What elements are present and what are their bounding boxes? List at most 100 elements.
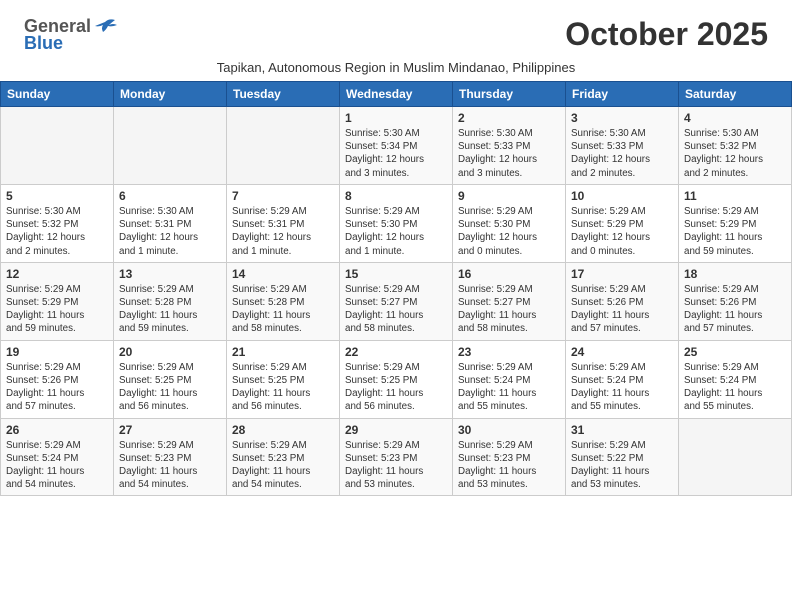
calendar-week-row: 5 Sunrise: 5:30 AM Sunset: 5:32 PM Daylig… bbox=[1, 184, 792, 262]
day-number: 23 bbox=[458, 345, 560, 359]
page-header: General Blue October 2025 bbox=[0, 0, 792, 58]
day-number: 17 bbox=[571, 267, 673, 281]
day-number: 14 bbox=[232, 267, 334, 281]
table-row: 9 Sunrise: 5:29 AM Sunset: 5:30 PM Daylig… bbox=[453, 184, 566, 262]
day-number: 27 bbox=[119, 423, 221, 437]
table-row: 7 Sunrise: 5:29 AM Sunset: 5:31 PM Daylig… bbox=[227, 184, 340, 262]
day-info: Sunrise: 5:30 AM Sunset: 5:33 PM Dayligh… bbox=[458, 127, 560, 180]
day-number: 9 bbox=[458, 189, 560, 203]
day-number: 19 bbox=[6, 345, 108, 359]
table-row: 5 Sunrise: 5:30 AM Sunset: 5:32 PM Daylig… bbox=[1, 184, 114, 262]
day-info: Sunrise: 5:29 AM Sunset: 5:25 PM Dayligh… bbox=[232, 361, 334, 414]
day-info: Sunrise: 5:30 AM Sunset: 5:32 PM Dayligh… bbox=[6, 205, 108, 258]
day-info: Sunrise: 5:29 AM Sunset: 5:30 PM Dayligh… bbox=[458, 205, 560, 258]
day-info: Sunrise: 5:29 AM Sunset: 5:29 PM Dayligh… bbox=[6, 283, 108, 336]
day-info: Sunrise: 5:30 AM Sunset: 5:32 PM Dayligh… bbox=[684, 127, 786, 180]
table-row: 22 Sunrise: 5:29 AM Sunset: 5:25 PM Dayli… bbox=[340, 340, 453, 418]
day-info: Sunrise: 5:29 AM Sunset: 5:23 PM Dayligh… bbox=[232, 439, 334, 492]
day-number: 13 bbox=[119, 267, 221, 281]
day-info: Sunrise: 5:29 AM Sunset: 5:27 PM Dayligh… bbox=[458, 283, 560, 336]
table-row: 17 Sunrise: 5:29 AM Sunset: 5:26 PM Dayli… bbox=[566, 262, 679, 340]
table-row: 26Sunrise: 5:29 AM Sunset: 5:24 PM Dayli… bbox=[1, 418, 114, 496]
day-number: 1 bbox=[345, 111, 447, 125]
header-friday: Friday bbox=[566, 82, 679, 107]
header-wednesday: Wednesday bbox=[340, 82, 453, 107]
calendar-table: Sunday Monday Tuesday Wednesday Thursday… bbox=[0, 81, 792, 496]
table-row: 2Sunrise: 5:30 AM Sunset: 5:33 PM Daylig… bbox=[453, 107, 566, 185]
table-row: 11Sunrise: 5:29 AM Sunset: 5:29 PM Dayli… bbox=[679, 184, 792, 262]
day-info: Sunrise: 5:29 AM Sunset: 5:28 PM Dayligh… bbox=[119, 283, 221, 336]
day-info: Sunrise: 5:29 AM Sunset: 5:24 PM Dayligh… bbox=[458, 361, 560, 414]
table-row: 10 Sunrise: 5:29 AM Sunset: 5:29 PM Dayli… bbox=[566, 184, 679, 262]
table-row: 4 Sunrise: 5:30 AM Sunset: 5:32 PM Daylig… bbox=[679, 107, 792, 185]
table-row: 31 Sunrise: 5:29 AM Sunset: 5:22 PM Dayli… bbox=[566, 418, 679, 496]
logo-bird-icon bbox=[95, 18, 117, 36]
day-number: 15 bbox=[345, 267, 447, 281]
day-number: 29 bbox=[345, 423, 447, 437]
table-row bbox=[679, 418, 792, 496]
table-row: 20 Sunrise: 5:29 AM Sunset: 5:25 PM Dayli… bbox=[114, 340, 227, 418]
day-number: 18 bbox=[684, 267, 786, 281]
header-monday: Monday bbox=[114, 82, 227, 107]
table-row: 30Sunrise: 5:29 AM Sunset: 5:23 PM Dayli… bbox=[453, 418, 566, 496]
table-row: 29 Sunrise: 5:29 AM Sunset: 5:23 PM Dayli… bbox=[340, 418, 453, 496]
day-info: Sunrise: 5:29 AM Sunset: 5:30 PM Dayligh… bbox=[345, 205, 447, 258]
day-info: Sunrise: 5:29 AM Sunset: 5:25 PM Dayligh… bbox=[119, 361, 221, 414]
day-info: Sunrise: 5:29 AM Sunset: 5:26 PM Dayligh… bbox=[684, 283, 786, 336]
day-number: 7 bbox=[232, 189, 334, 203]
day-number: 26 bbox=[6, 423, 108, 437]
day-number: 31 bbox=[571, 423, 673, 437]
table-row: 19 Sunrise: 5:29 AM Sunset: 5:26 PM Dayli… bbox=[1, 340, 114, 418]
day-info: Sunrise: 5:29 AM Sunset: 5:23 PM Dayligh… bbox=[345, 439, 447, 492]
day-info: Sunrise: 5:29 AM Sunset: 5:25 PM Dayligh… bbox=[345, 361, 447, 414]
day-info: Sunrise: 5:29 AM Sunset: 5:26 PM Dayligh… bbox=[6, 361, 108, 414]
day-number: 16 bbox=[458, 267, 560, 281]
day-number: 5 bbox=[6, 189, 108, 203]
table-row: 14Sunrise: 5:29 AM Sunset: 5:28 PM Dayli… bbox=[227, 262, 340, 340]
calendar-week-row: 26Sunrise: 5:29 AM Sunset: 5:24 PM Dayli… bbox=[1, 418, 792, 496]
calendar-week-row: 1 Sunrise: 5:30 AM Sunset: 5:34 PM Daylig… bbox=[1, 107, 792, 185]
day-info: Sunrise: 5:30 AM Sunset: 5:34 PM Dayligh… bbox=[345, 127, 447, 180]
table-row: 15Sunrise: 5:29 AM Sunset: 5:27 PM Dayli… bbox=[340, 262, 453, 340]
day-info: Sunrise: 5:30 AM Sunset: 5:33 PM Dayligh… bbox=[571, 127, 673, 180]
subtitle: Tapikan, Autonomous Region in Muslim Min… bbox=[0, 58, 792, 81]
table-row: 28Sunrise: 5:29 AM Sunset: 5:23 PM Dayli… bbox=[227, 418, 340, 496]
month-title: October 2025 bbox=[565, 16, 768, 53]
day-number: 24 bbox=[571, 345, 673, 359]
calendar-week-row: 12Sunrise: 5:29 AM Sunset: 5:29 PM Dayli… bbox=[1, 262, 792, 340]
day-info: Sunrise: 5:30 AM Sunset: 5:31 PM Dayligh… bbox=[119, 205, 221, 258]
day-number: 10 bbox=[571, 189, 673, 203]
day-number: 22 bbox=[345, 345, 447, 359]
table-row: 24 Sunrise: 5:29 AM Sunset: 5:24 PM Dayli… bbox=[566, 340, 679, 418]
header-tuesday: Tuesday bbox=[227, 82, 340, 107]
day-number: 4 bbox=[684, 111, 786, 125]
day-number: 21 bbox=[232, 345, 334, 359]
table-row bbox=[114, 107, 227, 185]
table-row: 23 Sunrise: 5:29 AM Sunset: 5:24 PM Dayli… bbox=[453, 340, 566, 418]
table-row: 13 Sunrise: 5:29 AM Sunset: 5:28 PM Dayli… bbox=[114, 262, 227, 340]
day-number: 25 bbox=[684, 345, 786, 359]
header-sunday: Sunday bbox=[1, 82, 114, 107]
day-info: Sunrise: 5:29 AM Sunset: 5:29 PM Dayligh… bbox=[684, 205, 786, 258]
day-info: Sunrise: 5:29 AM Sunset: 5:29 PM Dayligh… bbox=[571, 205, 673, 258]
table-row: 18 Sunrise: 5:29 AM Sunset: 5:26 PM Dayli… bbox=[679, 262, 792, 340]
day-info: Sunrise: 5:29 AM Sunset: 5:23 PM Dayligh… bbox=[119, 439, 221, 492]
logo-blue-text: Blue bbox=[24, 33, 63, 54]
calendar-week-row: 19 Sunrise: 5:29 AM Sunset: 5:26 PM Dayli… bbox=[1, 340, 792, 418]
day-info: Sunrise: 5:29 AM Sunset: 5:24 PM Dayligh… bbox=[571, 361, 673, 414]
table-row: 3 Sunrise: 5:30 AM Sunset: 5:33 PM Daylig… bbox=[566, 107, 679, 185]
day-number: 20 bbox=[119, 345, 221, 359]
day-number: 8 bbox=[345, 189, 447, 203]
table-row: 8 Sunrise: 5:29 AM Sunset: 5:30 PM Daylig… bbox=[340, 184, 453, 262]
table-row: 27 Sunrise: 5:29 AM Sunset: 5:23 PM Dayli… bbox=[114, 418, 227, 496]
day-info: Sunrise: 5:29 AM Sunset: 5:26 PM Dayligh… bbox=[571, 283, 673, 336]
day-number: 3 bbox=[571, 111, 673, 125]
table-row: 6 Sunrise: 5:30 AM Sunset: 5:31 PM Daylig… bbox=[114, 184, 227, 262]
day-info: Sunrise: 5:29 AM Sunset: 5:22 PM Dayligh… bbox=[571, 439, 673, 492]
weekday-header-row: Sunday Monday Tuesday Wednesday Thursday… bbox=[1, 82, 792, 107]
day-number: 6 bbox=[119, 189, 221, 203]
table-row: 16 Sunrise: 5:29 AM Sunset: 5:27 PM Dayli… bbox=[453, 262, 566, 340]
day-info: Sunrise: 5:29 AM Sunset: 5:31 PM Dayligh… bbox=[232, 205, 334, 258]
table-row: 1 Sunrise: 5:30 AM Sunset: 5:34 PM Daylig… bbox=[340, 107, 453, 185]
table-row: 12Sunrise: 5:29 AM Sunset: 5:29 PM Dayli… bbox=[1, 262, 114, 340]
